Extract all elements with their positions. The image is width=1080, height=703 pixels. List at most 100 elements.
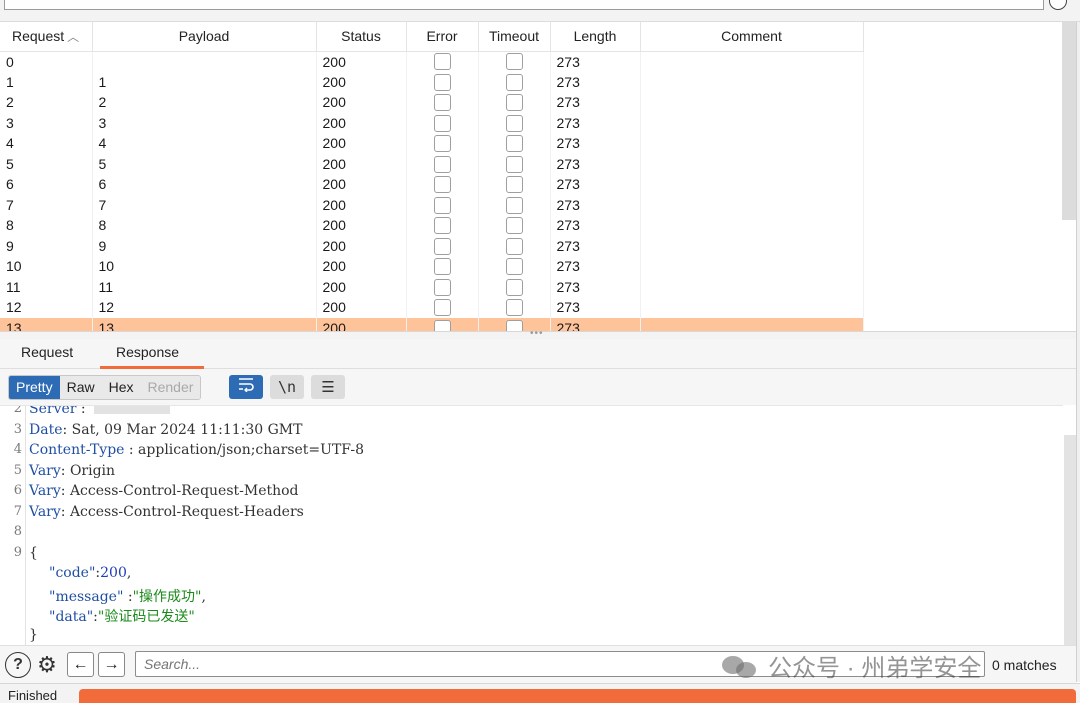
menu-icon[interactable]: ☰: [311, 375, 345, 399]
comment-cell: [640, 112, 864, 133]
pane-splitter[interactable]: •••: [0, 328, 1076, 339]
status-cell: 200: [316, 92, 407, 113]
tab-response[interactable]: Response: [116, 344, 179, 360]
timeout-cell: [478, 297, 551, 318]
forward-arrow-icon[interactable]: →: [98, 652, 125, 677]
line-number: 3: [13, 421, 22, 437]
view-mode-switch: Pretty Raw Hex Render: [8, 375, 202, 400]
column-header-error[interactable]: Error: [406, 22, 479, 52]
header-value: Access-Control-Request-Method: [65, 483, 299, 499]
comment-cell: [640, 71, 864, 92]
timeout-checkbox: [505, 196, 523, 214]
length-cell: 273: [550, 112, 641, 133]
pretty-button[interactable]: Pretty: [9, 376, 60, 399]
error-cell: [406, 297, 479, 318]
hex-button[interactable]: Hex: [101, 376, 141, 399]
table-row[interactable]: 7 7 200 273: [0, 194, 864, 215]
timeout-checkbox: [505, 53, 523, 71]
request-cell: 8: [0, 215, 93, 236]
tab-request[interactable]: Request: [21, 344, 73, 360]
table-row[interactable]: 4 4 200 273: [0, 133, 864, 154]
error-cell: [406, 256, 479, 277]
table-scrollbar[interactable]: [1062, 22, 1076, 220]
column-header-status[interactable]: Status: [316, 22, 407, 52]
timeout-cell: [478, 51, 551, 72]
request-cell: 12: [0, 297, 93, 318]
error-checkbox: [433, 53, 451, 71]
table-row[interactable]: 1 1 200 273: [0, 71, 864, 92]
table-row[interactable]: 11 11 200 273: [0, 276, 864, 297]
payload-cell: 9: [92, 235, 317, 256]
watermark-text: 公众号 · 州弟学安全: [768, 655, 982, 682]
status-cell: 200: [316, 194, 407, 215]
payload-cell: 4: [92, 133, 317, 154]
table-row[interactable]: 13 13 200 273: [0, 317, 864, 331]
filter-help-icon[interactable]: [1049, 0, 1067, 10]
raw-button[interactable]: Raw: [59, 376, 102, 399]
comment-cell: [640, 153, 864, 174]
editor-scrollbar[interactable]: [1064, 435, 1076, 645]
timeout-cell: [478, 112, 551, 133]
table-row[interactable]: 0 200 273: [0, 51, 864, 72]
timeout-checkbox: [505, 94, 523, 112]
error-cell: [406, 133, 479, 154]
column-header-timeout[interactable]: Timeout: [478, 22, 551, 52]
column-header-comment[interactable]: Comment: [640, 22, 864, 52]
comment-cell: [640, 194, 864, 215]
response-editor[interactable]: 2 3 4 5 6 7 8 9 Server : Date: Sat, 09 Mar 2024 …: [0, 405, 1063, 645]
watermark: 公众号 · 州弟学安全: [720, 648, 981, 683]
status-bar: Finished: [0, 683, 1080, 703]
table-row[interactable]: 9 9 200 273: [0, 235, 864, 256]
table-row[interactable]: 2 2 200 273: [0, 92, 864, 113]
column-header-length[interactable]: Length: [550, 22, 641, 52]
back-arrow-icon[interactable]: ←: [67, 652, 94, 677]
json-value: 200: [100, 565, 127, 581]
header-separator: :: [124, 442, 134, 458]
render-button[interactable]: Render: [140, 376, 201, 399]
json-comma: ,: [201, 588, 206, 605]
table-row[interactable]: 10 10 200 273: [0, 256, 864, 277]
request-cell: 6: [0, 174, 93, 195]
gear-icon[interactable]: ⚙: [34, 652, 60, 678]
help-icon[interactable]: ?: [5, 652, 31, 678]
table-row[interactable]: 8 8 200 273: [0, 215, 864, 236]
json-key: "data": [49, 609, 94, 625]
error-checkbox: [433, 278, 451, 296]
error-cell: [406, 71, 479, 92]
chat-bubble-icon: [720, 652, 760, 680]
status-cell: 200: [316, 133, 407, 154]
json-comma: ,: [126, 565, 132, 581]
payload-cell: 11: [92, 276, 317, 297]
length-cell: 273: [550, 153, 641, 174]
filter-input[interactable]: [4, 0, 1044, 10]
comment-cell: [640, 92, 864, 113]
status-cell: 200: [316, 256, 407, 277]
payload-cell: 10: [92, 256, 317, 277]
table-row[interactable]: 12 12 200 273: [0, 297, 864, 318]
timeout-cell: [478, 276, 551, 297]
timeout-cell: [478, 174, 551, 195]
word-wrap-icon[interactable]: [229, 375, 263, 399]
line-number: 5: [13, 462, 22, 478]
table-row[interactable]: 3 3 200 273: [0, 112, 864, 133]
error-cell: [406, 235, 479, 256]
json-close-brace: }: [29, 626, 38, 643]
status-cell: 200: [316, 276, 407, 297]
column-header-request[interactable]: Request ︿: [0, 22, 93, 52]
table-row[interactable]: 5 5 200 273: [0, 153, 864, 174]
table-row[interactable]: 6 6 200 273: [0, 174, 864, 195]
show-newlines-button[interactable]: \n: [270, 375, 304, 399]
header-line: Content-Type : application/json;charset=…: [29, 442, 364, 458]
json-line: "code":200,: [49, 565, 131, 581]
length-cell: 273: [550, 235, 641, 256]
json-line: "message" :"操作成功",: [49, 586, 206, 606]
length-cell: 273: [550, 317, 641, 331]
line-number: 2: [13, 405, 22, 416]
header-value: Origin: [65, 462, 116, 479]
column-header-payload[interactable]: Payload: [92, 22, 317, 52]
response-toolbar: Pretty Raw Hex Render \n ☰: [0, 369, 1076, 405]
payload-cell: 6: [92, 174, 317, 195]
error-cell: [406, 153, 479, 174]
header-value: Access-Control-Request-Headers: [65, 503, 304, 520]
payload-cell: 3: [92, 112, 317, 133]
